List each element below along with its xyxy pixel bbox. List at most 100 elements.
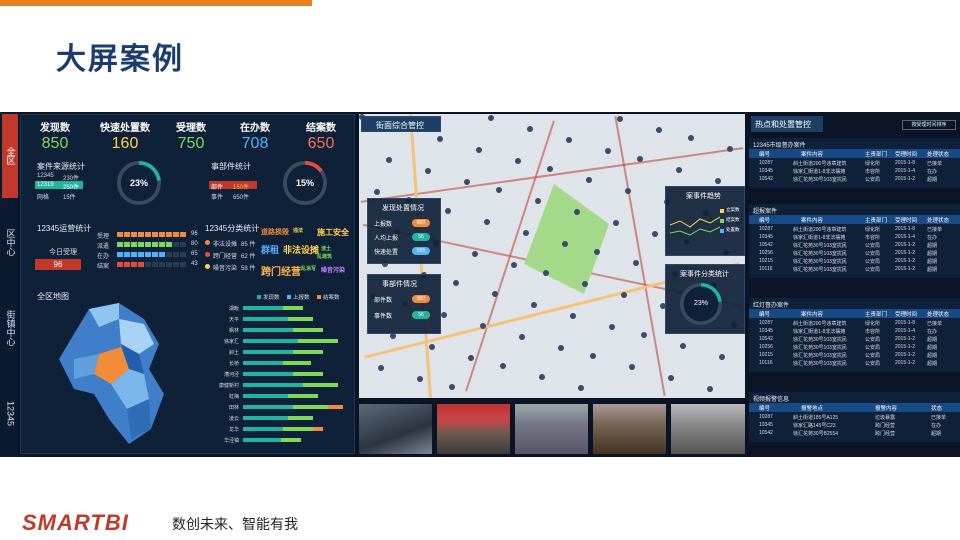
table-header-cell: 案件内容 xyxy=(801,312,824,318)
table-cell: 超期 xyxy=(927,337,938,343)
table-row[interactable]: 10215 徐汇花苑30号103室扰民 公安局 2015-1-2 超期 xyxy=(749,258,960,266)
district-row-label: 凌云 xyxy=(228,416,239,422)
map-marker xyxy=(527,126,533,132)
category-word: 违法 xyxy=(293,228,304,234)
district-bar-reported xyxy=(283,427,313,431)
district-row-label: 枫林 xyxy=(228,328,239,334)
table-cell: 徐家汇街道1-8非法摆摊 xyxy=(793,169,846,175)
table-cell: 2015-1-2 xyxy=(895,266,916,272)
table-row[interactable]: 10542 徐汇花苑30号103室扰民 公安局 2015-1-2 超期 xyxy=(749,336,960,344)
map-marker xyxy=(374,189,380,195)
category-overlay: 案事件分类统计 23% xyxy=(665,264,745,334)
table-row[interactable]: 10256 徐汇花苑30号103室扰民 公安局 2015-1-2 超期 xyxy=(749,250,960,258)
category-ring-percent: 23% xyxy=(693,300,708,307)
map-marker xyxy=(535,198,541,204)
event-row-key: 部件 xyxy=(211,185,224,191)
table-cell: 公安局 xyxy=(865,259,881,265)
video-thumbnail[interactable] xyxy=(515,404,588,454)
table-cell: 斜土街道200号违章建筑 xyxy=(793,227,847,233)
map-marker xyxy=(472,251,478,257)
table-cell: 超期 xyxy=(927,243,938,249)
map-marker xyxy=(570,313,576,319)
video-thumbnail[interactable] xyxy=(671,404,745,454)
table-row[interactable]: 10542 徐汇花苑30号103室扰民 公安局 2015-1-2 超期 xyxy=(749,176,960,184)
sort-select[interactable]: 按受理时间排序 xyxy=(902,120,956,130)
table-row[interactable]: 10116 徐汇花苑30号103室扰民 公安局 2015-1-2 超期 xyxy=(749,360,960,368)
tab-12345[interactable]: 12345 xyxy=(2,372,18,455)
event-overlay-title: 事部件情况 xyxy=(382,281,417,288)
hotspot-panel: 热点和处置管控 按受理时间排序 12345市级督办案件 编号 案件内容 主责部门 受理时… xyxy=(749,112,960,457)
map-marker xyxy=(613,220,619,226)
table-row[interactable]: 10542 徐汇花苑30号B2554 跨门经营 超期 xyxy=(749,430,960,438)
ops-bar-segment xyxy=(138,232,144,237)
table-row[interactable]: 10116 徐汇花苑30号103室扰民 公安局 2015-1-2 超期 xyxy=(749,266,960,274)
category-dot xyxy=(205,264,210,269)
table-row[interactable]: 10256 徐汇花苑30号103室扰民 公安局 2015-1-2 超期 xyxy=(749,344,960,352)
table-cell: 公安局 xyxy=(865,345,881,351)
table-row[interactable]: 10287 斜土街道200号违章建筑 绿化所 2015-1-8 已接单 xyxy=(749,320,960,328)
map-marker xyxy=(594,249,600,255)
table-cell: 超期 xyxy=(927,267,938,273)
table-header-cell: 案件内容 xyxy=(801,218,824,224)
district-row-label: 康健新村 xyxy=(218,383,239,389)
dispose-row-value: 56 xyxy=(412,233,430,241)
trend-title: 案事件趋势 xyxy=(686,193,721,200)
map-marker xyxy=(707,386,713,392)
table-cell: 10287 xyxy=(759,320,773,326)
ops-bar-segment xyxy=(138,252,144,257)
table-cell: 10345 xyxy=(759,234,773,240)
table-cell: 2015-1-2 xyxy=(895,242,916,248)
ops-bar-segment xyxy=(180,232,186,237)
table-row[interactable]: 10287 斜土街道185号A125 垃圾暴露 已接单 xyxy=(749,414,960,422)
table-row[interactable]: 10287 斜土街道200号违章建筑 绿化所 2015-1-8 已接单 xyxy=(749,226,960,234)
video-thumbnail[interactable] xyxy=(359,404,432,454)
tab-all[interactable]: 全区 xyxy=(2,114,18,198)
slide-title: 大屏案例 xyxy=(56,43,184,76)
map-marker xyxy=(445,208,451,214)
map-marker xyxy=(652,231,658,237)
district-row-label: 长桥 xyxy=(228,361,239,367)
tab-street-center[interactable]: 街镇中心 xyxy=(2,286,18,370)
ops-bar-segment xyxy=(159,242,165,247)
map-marker xyxy=(719,354,725,360)
video-thumbnail[interactable] xyxy=(593,404,666,454)
table-cell: 10256 xyxy=(759,250,773,256)
table-row[interactable]: 10345 徐家汇路145号C23 跨门经营 在办 xyxy=(749,422,960,430)
map-marker xyxy=(578,385,584,391)
district-bar-reported xyxy=(283,306,303,310)
table-header-cell: 处理状态 xyxy=(927,218,950,224)
top-accent-bar xyxy=(0,0,312,6)
table-row[interactable]: 10215 徐汇花苑30号103室扰民 公安局 2015-1-2 超期 xyxy=(749,352,960,360)
table-header-cell: 主责部门 xyxy=(865,152,888,158)
map-marker xyxy=(523,230,529,236)
table-row[interactable]: 10345 徐家汇街道1-8非法摆摊 市容所 2015-1-4 在办 xyxy=(749,234,960,242)
district-bar-reported xyxy=(293,405,328,409)
district-row-label: 漕河泾 xyxy=(223,372,239,378)
tab-district-center[interactable]: 区中心 xyxy=(2,200,18,284)
map-marker xyxy=(511,262,517,268)
today-accepted-label: 今日受理 xyxy=(49,249,77,256)
table-cell: 公安局 xyxy=(865,353,881,359)
table-cell: 公安局 xyxy=(865,361,881,367)
district-bar-found xyxy=(243,383,303,387)
table-cell: 10287 xyxy=(759,226,773,232)
table-row[interactable]: 10542 徐汇花苑30号103室扰民 公安局 2015-1-2 超期 xyxy=(749,242,960,250)
table-header-cell: 案件内容 xyxy=(801,152,824,158)
table-row[interactable]: 10345 徐家汇街道1-8非法摆摊 市容所 2015-1-4 在办 xyxy=(749,328,960,336)
category-row-value: 85 件 xyxy=(241,242,256,248)
map-marker xyxy=(519,334,525,340)
kpi-quick-dispose: 快速处置数 160 xyxy=(100,123,150,152)
map-marker xyxy=(500,363,506,369)
event-ring-percent: 15% xyxy=(295,178,314,188)
category-word: 群租 xyxy=(261,245,280,255)
video-thumbnail[interactable] xyxy=(437,404,510,454)
ops-bar-segment xyxy=(166,242,172,247)
table-row[interactable]: 10345 徐家汇街道1-8非法摆摊 市容所 2015-1-4 在办 xyxy=(749,168,960,176)
event-row-label: 事件数 xyxy=(374,314,393,320)
table-cell: 超期 xyxy=(927,345,938,351)
district-row-label: 虹梅 xyxy=(228,394,239,400)
event-row-label: 部件数 xyxy=(374,298,393,304)
source-row-value: 250件 xyxy=(63,185,80,191)
table-row[interactable]: 10287 斜土街道200号违章建筑 绿化所 2015-1-8 已接单 xyxy=(749,160,960,168)
event-row-value: 800 xyxy=(412,295,430,303)
